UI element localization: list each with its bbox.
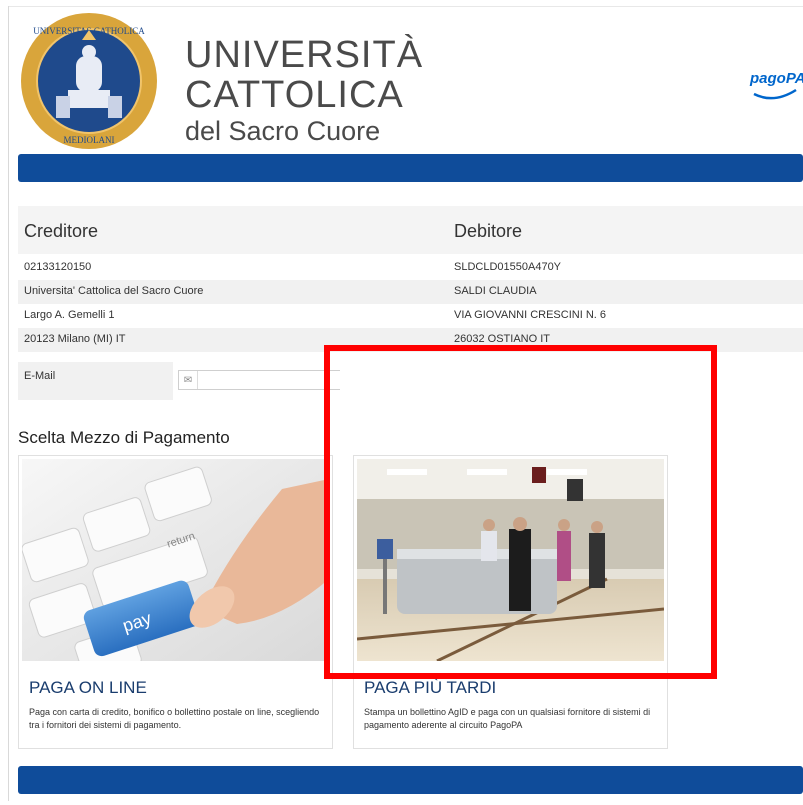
creditor-address: Largo A. Gemelli 1	[24, 309, 115, 321]
bottom-blue-bar	[18, 766, 803, 794]
page-frame-top	[8, 6, 803, 7]
creditor-fiscal-code: 02133120150	[24, 261, 92, 273]
university-seal-logo: UNIVERSITAS CATHOLICA MEDIOLANI	[21, 13, 157, 149]
pay-online-title[interactable]: PAGA ON LINE	[29, 678, 147, 698]
debtor-heading: Debitore	[454, 221, 523, 241]
pay-online-card[interactable]: return pay PAGA ON LINE Paga con carta d…	[18, 455, 333, 749]
university-name-line2: CATTOLICA	[185, 74, 404, 116]
pay-later-description: Stampa un bollettino AgID e paga con un …	[364, 707, 651, 730]
info-row: Universita' Cattolica del Sacro Cuore SA…	[18, 280, 803, 304]
info-header-row	[18, 206, 803, 254]
university-name: UNIVERSITÀ CATTOLICA del Sacro Cuore	[185, 36, 423, 145]
pay-online-description: Paga con carta di credito, bonifico o bo…	[29, 707, 320, 730]
envelope-icon: ✉	[179, 371, 198, 389]
email-field-wrapper: ✉	[178, 370, 341, 390]
debtor-address: VIA GIOVANNI CRESCINI N. 6	[454, 309, 606, 321]
debtor-fiscal-code: SLDCLD01550A470Y	[454, 261, 562, 273]
highlight-box	[324, 345, 717, 679]
payment-section-title: Scelta Mezzo di Pagamento	[18, 428, 230, 447]
pagopa-swoosh-icon	[753, 88, 797, 100]
university-name-line3: del Sacro Cuore	[185, 116, 381, 146]
pay-later-title[interactable]: PAGA PIÙ TARDI	[364, 678, 496, 698]
debtor-name: SALDI CLAUDIA	[454, 285, 537, 297]
debtor-city: 26032 OSTIANO IT	[454, 333, 550, 345]
creditor-heading: Creditore	[24, 221, 99, 241]
svg-text:MEDIOLANI: MEDIOLANI	[64, 135, 115, 145]
email-label-cell: E-Mail	[18, 362, 173, 400]
info-row: 02133120150 SLDCLD01550A470Y	[18, 256, 803, 280]
creditor-city: 20123 Milano (MI) IT	[24, 333, 126, 345]
keyboard-pay-key-photo[interactable]: return pay	[22, 459, 329, 661]
creditor-name: Universita' Cattolica del Sacro Cuore	[24, 285, 204, 297]
info-row: Largo A. Gemelli 1 VIA GIOVANNI CRESCINI…	[18, 304, 803, 328]
email-label: E-Mail	[24, 370, 56, 382]
top-blue-bar	[18, 154, 803, 182]
email-field[interactable]	[199, 371, 341, 389]
pagopa-logo: pagoPA	[750, 70, 803, 104]
university-name-line1: UNIVERSITÀ	[185, 34, 424, 76]
page-frame-left	[8, 6, 9, 801]
